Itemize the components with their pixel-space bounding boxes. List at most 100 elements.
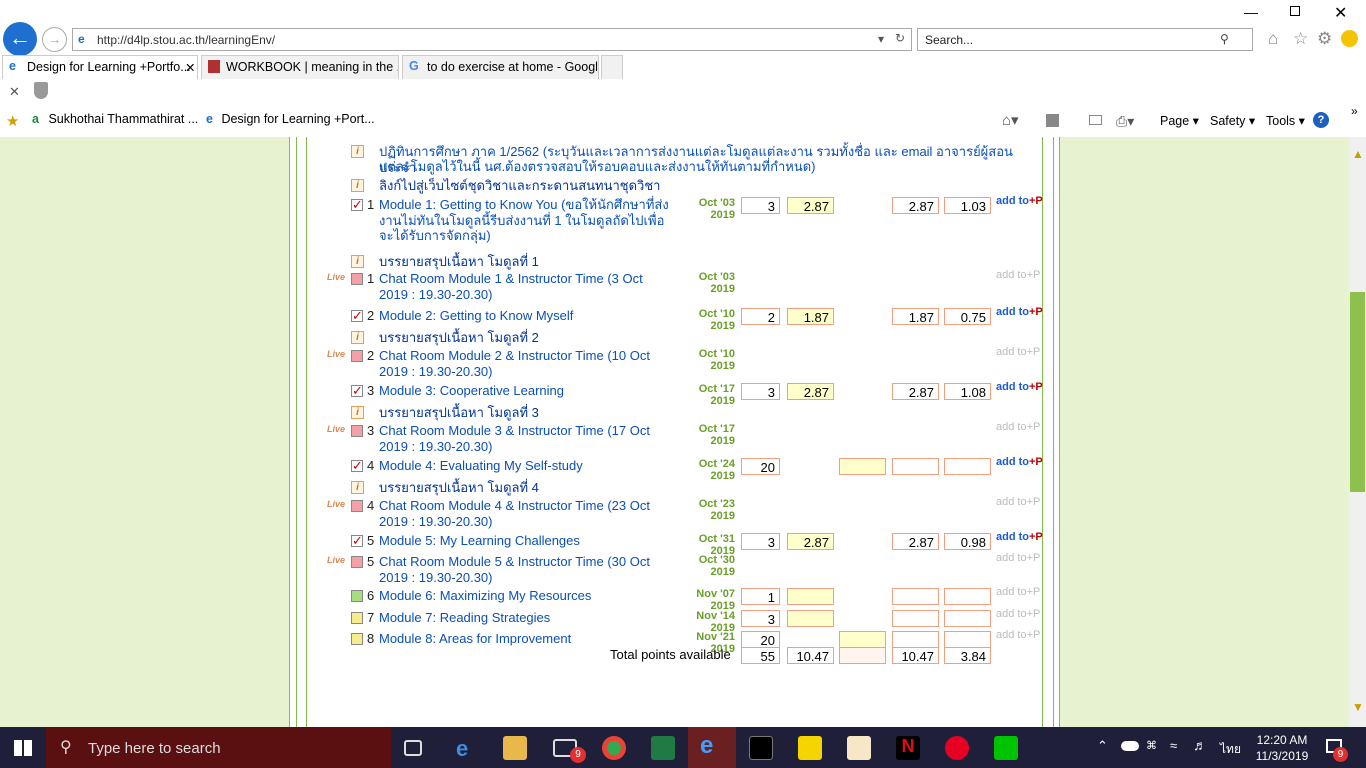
chrome-icon[interactable]: [602, 736, 626, 760]
add-to-portfolio-link[interactable]: add to+P: [996, 306, 1043, 318]
keyboard-icon[interactable]: ⌘: [1146, 739, 1157, 752]
favorites-star-icon[interactable]: ☆: [1293, 29, 1308, 49]
module-title-link[interactable]: Module 1: Getting to Know You (ขอให้นักศ…: [379, 197, 669, 244]
windows-start-icon[interactable]: [14, 740, 32, 756]
tab-design-for-learning[interactable]: e Design for Learning +Portfo... ✕: [2, 55, 198, 79]
vertical-scrollbar[interactable]: ▲ ▼: [1349, 137, 1366, 727]
restore-icon[interactable]: [1290, 6, 1300, 16]
task-view-icon[interactable]: [404, 740, 422, 756]
feeds-icon[interactable]: [1046, 114, 1059, 127]
netflix-icon[interactable]: N: [896, 736, 920, 760]
taskbar-search[interactable]: ⚲ Type here to search: [46, 727, 391, 768]
taskbar-search-placeholder: Type here to search: [88, 740, 221, 757]
cloud-icon[interactable]: [1121, 741, 1139, 751]
info-icon: i: [351, 406, 364, 419]
tools-menu[interactable]: Tools ▾: [1266, 113, 1305, 128]
status-red-icon: [351, 425, 363, 437]
read-mail-icon[interactable]: [1089, 115, 1102, 125]
mendeley-icon[interactable]: [847, 736, 871, 760]
favorite-sukhothai[interactable]: a Sukhothai Thammathirat ...: [32, 112, 198, 126]
favorites-bar-star-icon[interactable]: ★: [6, 112, 19, 130]
search-icon[interactable]: ⚲: [1220, 32, 1229, 46]
internet-explorer-icon[interactable]: e: [700, 732, 724, 759]
system-clock[interactable]: 12:20 AM 11/3/2019: [1254, 732, 1310, 764]
border-line: [306, 137, 307, 727]
left-margin: [0, 137, 289, 727]
score-box: 2.87: [787, 383, 834, 400]
empty-box: [944, 588, 991, 605]
module-title-link[interactable]: Module 8: Areas for Improvement: [379, 631, 669, 647]
module-title-link[interactable]: Module 6: Maximizing My Resources: [379, 588, 669, 604]
scroll-down-icon[interactable]: ▼: [1352, 700, 1364, 714]
status-red-icon: [351, 500, 363, 512]
refresh-icon[interactable]: ↻: [895, 31, 905, 45]
page-menu[interactable]: Page ▾: [1160, 113, 1199, 128]
add-to-portfolio-link[interactable]: add to+P: [996, 381, 1043, 393]
module-title-link[interactable]: Module 3: Cooperative Learning: [379, 383, 669, 399]
points-box: 3: [741, 533, 780, 550]
safety-menu[interactable]: Safety ▾: [1210, 113, 1255, 128]
due-date: Oct '23 2019: [698, 498, 735, 522]
minimize-icon[interactable]: —: [1244, 4, 1258, 20]
checkbox-checked-icon: ✓: [351, 458, 363, 473]
edge-icon[interactable]: e: [456, 736, 480, 761]
pinterest-icon[interactable]: [945, 736, 969, 760]
shield-icon[interactable]: [34, 82, 48, 99]
intro-text-line2[interactable]: แต่ละโมดูลไว้ในนี้ นศ.ต้องตรวจสอบให้รอบค…: [379, 159, 1039, 175]
wifi-icon[interactable]: ≈: [1170, 738, 1177, 753]
volume-icon[interactable]: ♬: [1193, 737, 1207, 753]
lecture-summary-link[interactable]: บรรยายสรุปเนื้อหา โมดูลที่ 1: [379, 254, 669, 270]
module-title-link[interactable]: Chat Room Module 1 & Instructor Time (3 …: [379, 271, 669, 302]
excel-icon[interactable]: [651, 736, 675, 760]
module-title-link[interactable]: Module 4: Evaluating My Self-study: [379, 458, 669, 474]
lecture-summary-link[interactable]: บรรยายสรุปเนื้อหา โมดูลที่ 4: [379, 480, 669, 496]
tab-close-icon[interactable]: ✕: [185, 60, 195, 75]
module-title-link[interactable]: Chat Room Module 3 & Instructor Time (17…: [379, 423, 669, 454]
home-icon[interactable]: ⌂: [1268, 29, 1278, 49]
add-to-portfolio-link[interactable]: add to+P: [996, 456, 1043, 468]
chevron-up-icon[interactable]: ⌃: [1097, 738, 1108, 754]
tab-google[interactable]: G to do exercise at home - Googl...: [402, 55, 599, 79]
module-title-link[interactable]: Module 5: My Learning Challenges: [379, 533, 669, 549]
module-title-link[interactable]: Chat Room Module 5 & Instructor Time (30…: [379, 554, 669, 585]
sticky-notes-icon[interactable]: [798, 736, 822, 760]
smiley-icon[interactable]: [1341, 30, 1358, 47]
address-bar[interactable]: e http://d4lp.stou.ac.th/learningEnv/ ▾ …: [72, 28, 912, 51]
course-website-link[interactable]: ลิงก์ไปสู่เว็บไซต์ชุดวิชาและกระดานสนทนาช…: [379, 178, 1039, 194]
back-button[interactable]: ←: [3, 22, 37, 56]
lecture-summary-link[interactable]: บรรยายสรุปเนื้อหา โมดูลที่ 2: [379, 330, 669, 346]
file-explorer-icon[interactable]: [503, 736, 527, 760]
add-to-portfolio-link[interactable]: add to+P: [996, 531, 1043, 543]
tab-workbook[interactable]: WORKBOOK | meaning in the ...: [201, 55, 399, 79]
close-window-icon[interactable]: ✕: [1334, 3, 1347, 23]
forward-button[interactable]: →: [42, 27, 67, 52]
dropdown-icon[interactable]: ▾: [878, 32, 884, 46]
status-green-icon: [351, 590, 363, 602]
browser-chrome: ← → e http://d4lp.stou.ac.th/learningEnv…: [0, 0, 1366, 137]
home-cmd-icon[interactable]: ⌂▾: [1002, 111, 1019, 129]
module-title-link[interactable]: Module 7: Reading Strategies: [379, 610, 669, 626]
line-icon[interactable]: [994, 736, 1018, 760]
help-icon[interactable]: ?: [1313, 112, 1329, 128]
add-to-label: add to: [996, 586, 1027, 598]
module-title-link[interactable]: Chat Room Module 4 & Instructor Time (23…: [379, 498, 669, 529]
lecture-summary-link[interactable]: บรรยายสรุปเนื้อหา โมดูลที่ 3: [379, 405, 669, 421]
settings-gear-icon[interactable]: ⚙: [1317, 29, 1332, 49]
empty-box: [839, 458, 886, 475]
add-to-label: add to: [996, 608, 1027, 620]
print-icon[interactable]: ⎙▾: [1116, 113, 1134, 130]
scroll-up-icon[interactable]: ▲: [1352, 147, 1364, 161]
module-title-link[interactable]: Chat Room Module 2 & Instructor Time (10…: [379, 348, 669, 379]
search-box[interactable]: Search... ⚲: [917, 28, 1253, 51]
headphones-app-icon[interactable]: [749, 736, 773, 760]
module-title-link[interactable]: Module 2: Getting to Know Myself: [379, 308, 669, 324]
plus-p-label: +P: [1026, 629, 1041, 641]
scroll-thumb[interactable]: [1350, 292, 1365, 492]
close-toolbar-icon[interactable]: ✕: [9, 84, 20, 100]
new-tab-button[interactable]: [601, 55, 623, 79]
favorite-design-for-learning[interactable]: e Design for Learning +Port...: [206, 112, 375, 126]
total-empty-box: [839, 647, 886, 664]
add-to-portfolio-link[interactable]: add to+P: [996, 195, 1043, 207]
chevron-right-icon[interactable]: »: [1351, 104, 1358, 118]
language-indicator[interactable]: ไทย: [1220, 740, 1241, 759]
